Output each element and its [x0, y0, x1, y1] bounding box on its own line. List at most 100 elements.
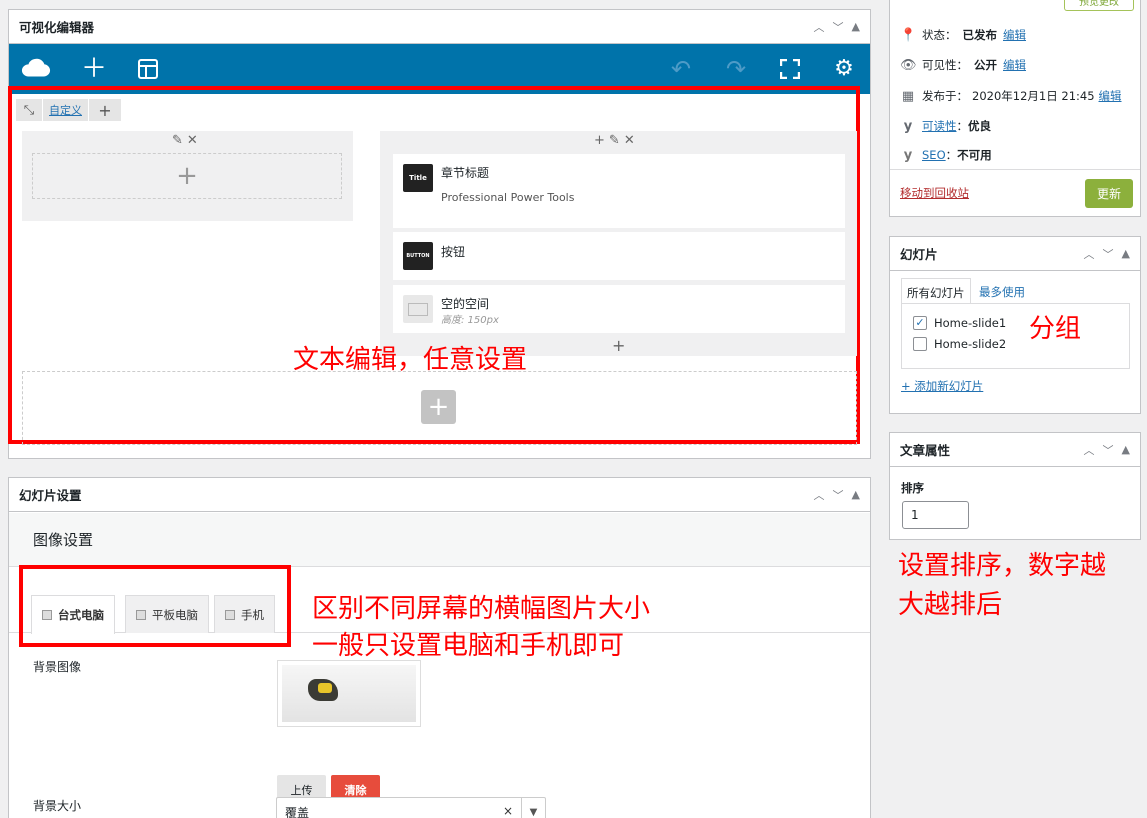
visual-editor-title: 可视化编辑器: [19, 20, 95, 35]
row-add-icon[interactable]: +: [89, 99, 121, 121]
annotation-text-edit: 文本编辑，任意设置: [293, 345, 528, 375]
slide-settings-header: 幻灯片设置 ︿ ﹀ ▲: [9, 478, 870, 512]
clear-select-icon[interactable]: ×: [503, 804, 513, 818]
order-input[interactable]: 1: [902, 501, 969, 529]
slides-list: ✓ Home-slide1 Home-slide2: [901, 303, 1130, 369]
widget-button[interactable]: BUTTON 按钮: [393, 232, 845, 280]
fullscreen-icon[interactable]: [775, 54, 805, 84]
move-to-trash-link[interactable]: 移动到回收站: [900, 185, 969, 201]
widget-spacer[interactable]: 空的空间 高度: 150px: [393, 285, 845, 333]
checkbox-home-slide2[interactable]: [913, 337, 927, 351]
move-up-icon[interactable]: ︿: [814, 19, 825, 35]
order-label: 排序: [901, 481, 924, 495]
collapse-icon[interactable]: ▲: [1122, 247, 1130, 260]
settings-gear-icon[interactable]: ⚙: [829, 54, 859, 84]
slides-header: 幻灯片 ︿ ﹀ ▲: [890, 237, 1140, 271]
collapse-icon[interactable]: ▲: [1122, 443, 1130, 456]
widget-name: 章节标题: [441, 166, 490, 180]
undo-icon[interactable]: ↶: [666, 54, 696, 84]
move-up-icon[interactable]: ︿: [1084, 442, 1095, 458]
move-down-icon[interactable]: ﹀: [1103, 442, 1114, 458]
move-down-icon[interactable]: ﹀: [833, 19, 844, 35]
bg-image-preview[interactable]: [277, 660, 421, 727]
yoast-readability-icon: y: [903, 118, 913, 134]
list-item-label: Home-slide1: [934, 316, 1007, 330]
update-button[interactable]: 更新: [1085, 179, 1133, 208]
readability-row: y 可读性 ： 优良: [900, 118, 997, 134]
row-tools-left: ⤡ 自定义 +: [16, 99, 122, 121]
slides-title: 幻灯片: [900, 247, 938, 262]
visibility-label: 可见性：: [922, 58, 968, 72]
attributes-header: 文章属性 ︿ ﹀ ▲: [890, 433, 1140, 467]
widget-section-title[interactable]: Title 章节标题 Professional Power Tools: [393, 154, 845, 228]
builder-logo-icon[interactable]: [21, 54, 51, 84]
checkbox-home-slide1[interactable]: ✓: [913, 316, 927, 330]
collapse-icon[interactable]: ▲: [852, 20, 860, 33]
widget-name: 按钮: [441, 245, 466, 259]
column-right-tools: + ✎ ✕: [594, 133, 635, 148]
slide-settings-title: 幻灯片设置: [19, 488, 82, 503]
move-up-icon[interactable]: ︿: [814, 487, 825, 503]
bg-size-label: 背景大小: [33, 799, 82, 813]
seo-link[interactable]: SEO: [922, 148, 946, 162]
annotation-group: 分组: [1029, 314, 1082, 344]
annotation-sort-line2: 大越排后: [898, 590, 1003, 620]
collapse-icon[interactable]: ▲: [852, 488, 860, 501]
preview-changes-button[interactable]: 预览更改: [1064, 0, 1134, 11]
slides-box: 幻灯片 ︿ ﹀ ▲ 所有幻灯片 最多使用 ✓ Home-slide1 Home-…: [889, 236, 1141, 414]
list-item-label: Home-slide2: [934, 337, 1007, 351]
move-down-icon[interactable]: ﹀: [1103, 246, 1114, 262]
list-item: ✓ Home-slide1: [913, 316, 1006, 330]
annotation-sort-line1: 设置排序，数字越: [898, 551, 1107, 581]
visibility-value: 公开: [974, 58, 997, 72]
annotation-tabs-frame: [19, 565, 291, 647]
layout-icon[interactable]: [133, 54, 163, 84]
eye-icon: 👁: [900, 57, 917, 73]
edit-visibility-link[interactable]: 编辑: [1003, 57, 1026, 73]
edit-status-link[interactable]: 编辑: [1003, 27, 1026, 43]
list-item: Home-slide2: [913, 337, 1006, 351]
move-up-icon[interactable]: ︿: [1084, 246, 1095, 262]
status-row: 📍 状态： 已发布 编辑: [900, 27, 1026, 43]
seo-value: 不可用: [957, 148, 992, 162]
published-row: ▦ 发布于： 2020年12月1日 21:45 编辑: [900, 88, 1122, 104]
widget-subtitle: Professional Power Tools: [441, 191, 575, 204]
edit-date-link[interactable]: 编辑: [1099, 88, 1122, 104]
column-delete-icon[interactable]: ✕: [187, 133, 198, 148]
attributes-title: 文章属性: [900, 443, 951, 458]
annotation-screens-line1: 区别不同屏幕的横幅图片大小: [312, 594, 651, 624]
image-settings-header: 图像设置: [9, 513, 870, 567]
bg-image-picture: [282, 665, 416, 722]
publish-divider: [890, 169, 1140, 170]
column-edit-icon[interactable]: ✎: [609, 133, 620, 148]
image-settings-title: 图像设置: [33, 531, 94, 549]
add-icon[interactable]: ＋: [79, 54, 109, 84]
readability-value: 优良: [968, 119, 991, 133]
add-widget-left-button[interactable]: +: [32, 153, 342, 199]
add-row-button[interactable]: +: [421, 390, 456, 424]
row-custom-link[interactable]: 自定义: [43, 99, 88, 121]
tab-all-slides[interactable]: 所有幻灯片: [901, 278, 971, 304]
widget-thumb-button: BUTTON: [403, 242, 433, 270]
column-left-tools: ✎ ✕: [172, 133, 198, 148]
column-edit-icon[interactable]: ✎: [172, 133, 183, 148]
widget-subtitle: 高度: 150px: [441, 315, 499, 326]
seo-row: y SEO ： 不可用: [900, 147, 998, 163]
row-move-icon[interactable]: ⤡: [16, 99, 42, 121]
tab-most-used[interactable]: 最多使用: [974, 278, 1030, 304]
readability-link[interactable]: 可读性: [922, 118, 957, 134]
calendar-icon: ▦: [901, 88, 915, 104]
column-add-icon[interactable]: +: [594, 133, 605, 148]
add-new-slide-link[interactable]: + 添加新幻灯片: [901, 378, 983, 394]
visibility-row: 👁 可见性： 公开 编辑: [900, 57, 1026, 73]
redo-icon[interactable]: ↷: [721, 54, 751, 84]
yoast-seo-icon: y: [903, 147, 913, 163]
bg-size-select[interactable]: 覆盖 × ▼: [276, 797, 546, 818]
move-down-icon[interactable]: ﹀: [833, 487, 844, 503]
add-widget-right-icon[interactable]: +: [612, 336, 625, 355]
annotation-screens-line2: 一般只设置电脑和手机即可: [312, 631, 625, 661]
slide-settings-content: 图像设置 台式电脑 平板电脑 手机 背景图像 上传 清除 背景大小: [9, 513, 870, 818]
chevron-down-icon[interactable]: ▼: [521, 798, 545, 818]
widget-name: 空的空间: [441, 297, 490, 311]
column-delete-icon[interactable]: ✕: [624, 133, 635, 148]
